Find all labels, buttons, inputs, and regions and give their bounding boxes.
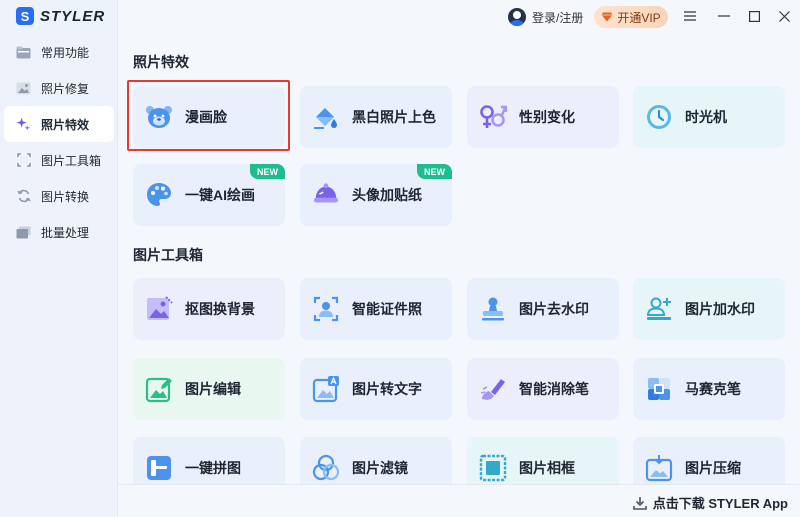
sidebar-item-batch[interactable]: 批量处理 [0,214,118,250]
download-icon [632,496,647,510]
sidebar-item-label: 照片修复 [41,81,90,96]
card-image-to-text[interactable]: 图片转文字 [300,358,452,420]
crop-frame-icon [16,153,31,168]
section-title-toolbox: 图片工具箱 [133,247,203,263]
stamp-icon [479,295,507,323]
card-mosaic-pen[interactable]: 马赛克笔 [633,358,785,420]
card-label: 图片去水印 [519,301,589,317]
sidebar-item-common[interactable]: 常用功能 [0,34,118,70]
new-badge: NEW [417,164,452,179]
download-app-link[interactable]: 点击下载 STYLER App [632,493,788,512]
sidebar-item-repair[interactable]: 照片修复 [0,70,118,106]
title-bar: 登录/注册 开通VIP [118,0,800,34]
card-label: 抠图换背景 [185,301,255,317]
convert-icon [16,189,31,204]
close-icon [778,10,790,22]
card-smart-eraser[interactable]: 智能消除笔 [467,358,619,420]
card-label: 图片加水印 [685,301,755,317]
card-label: 智能证件照 [352,301,422,317]
card-label: 图片编辑 [185,381,241,397]
card-label: 图片滤镜 [352,460,408,476]
app-logo: S STYLER [16,6,105,26]
mosaic-icon [645,375,673,403]
login-button[interactable]: 登录/注册 [508,6,583,28]
stack-icon [16,225,31,240]
card-cutout-background[interactable]: 抠图换背景 [133,278,285,340]
login-label: 登录/注册 [532,10,584,25]
card-avatar-stickers[interactable]: 头像加贴纸 NEW [300,164,452,226]
card-label: 一键AI绘画 [185,187,255,203]
gender-icon [479,103,507,131]
card-image-edit[interactable]: 图片编辑 [133,358,285,420]
minimize-icon [718,15,730,17]
sidebar-item-label: 图片转换 [41,189,90,204]
maximize-icon [748,10,760,22]
app-name: STYLER [40,7,106,25]
paint-bucket-icon [312,103,340,131]
eraser-brush-icon [479,375,507,403]
menu-button[interactable] [682,8,698,24]
new-badge: NEW [250,164,285,179]
card-colorize-bw[interactable]: 黑白照片上色 [300,86,452,148]
id-photo-icon [312,295,340,323]
sidebar-item-label: 照片特效 [41,117,90,132]
card-label: 图片相框 [519,460,575,476]
section-title-effects: 照片特效 [133,54,189,70]
card-label: 头像加贴纸 [352,187,422,203]
folder-icon [16,45,31,60]
card-label: 一键拼图 [185,460,241,476]
selection-highlight [127,80,290,151]
card-label: 性别变化 [519,109,575,125]
sparkle-icon [16,117,31,132]
clock-icon [645,103,673,131]
card-id-photo[interactable]: 智能证件照 [300,278,452,340]
image-repair-icon [16,81,31,96]
collage-icon [145,454,173,482]
card-remove-watermark[interactable]: 图片去水印 [467,278,619,340]
sidebar-item-convert[interactable]: 图片转换 [0,178,118,214]
minimize-button[interactable] [716,8,732,24]
compress-icon [645,454,673,482]
palette-icon [145,181,173,209]
card-label: 黑白照片上色 [352,109,436,125]
card-label: 智能消除笔 [519,381,589,397]
edit-image-icon [145,375,173,403]
avatar [508,8,526,26]
sidebar-nav: 常用功能 照片修复 照片特效 图片工具箱 图片转换 批量处理 [0,34,118,250]
card-label: 马赛克笔 [685,381,741,397]
card-label: 时光机 [685,109,727,125]
bottom-bar: 点击下载 STYLER App [118,484,800,517]
card-ai-painting[interactable]: 一键AI绘画 NEW [133,164,285,226]
close-button[interactable] [776,8,792,24]
sidebar-item-label: 图片工具箱 [41,153,102,168]
image-to-text-icon [312,375,340,403]
diamond-icon [601,12,613,22]
download-label: 点击下载 STYLER App [652,496,788,511]
logo-badge: S [16,7,34,25]
card-time-machine[interactable]: 时光机 [633,86,785,148]
app-window: S STYLER 常用功能 照片修复 照片特效 图片工具箱 图片转换 批量处理 … [0,0,800,517]
sidebar-item-label: 批量处理 [41,225,90,240]
card-label: 图片压缩 [685,460,741,476]
frame-icon [479,454,507,482]
add-watermark-icon [645,295,673,323]
sidebar: S STYLER 常用功能 照片修复 照片特效 图片工具箱 图片转换 批量处理 [0,0,118,517]
card-label: 图片转文字 [352,381,422,397]
sidebar-item-toolbox[interactable]: 图片工具箱 [0,142,118,178]
hamburger-icon [684,11,696,21]
sidebar-item-effects[interactable]: 照片特效 [4,106,114,142]
sidebar-item-label: 常用功能 [41,45,90,60]
vip-label: 开通VIP [617,10,661,25]
filter-icon [312,454,340,482]
main-content: 照片特效 漫画脸 黑白照片上色 性别变化 时光机 一键AI绘画 NEW 头像加贴… [118,34,800,499]
cutout-icon [145,295,173,323]
vip-button[interactable]: 开通VIP [594,6,668,28]
card-add-watermark[interactable]: 图片加水印 [633,278,785,340]
sticker-hat-icon [312,181,340,209]
card-gender-swap[interactable]: 性别变化 [467,86,619,148]
maximize-button[interactable] [746,8,762,24]
